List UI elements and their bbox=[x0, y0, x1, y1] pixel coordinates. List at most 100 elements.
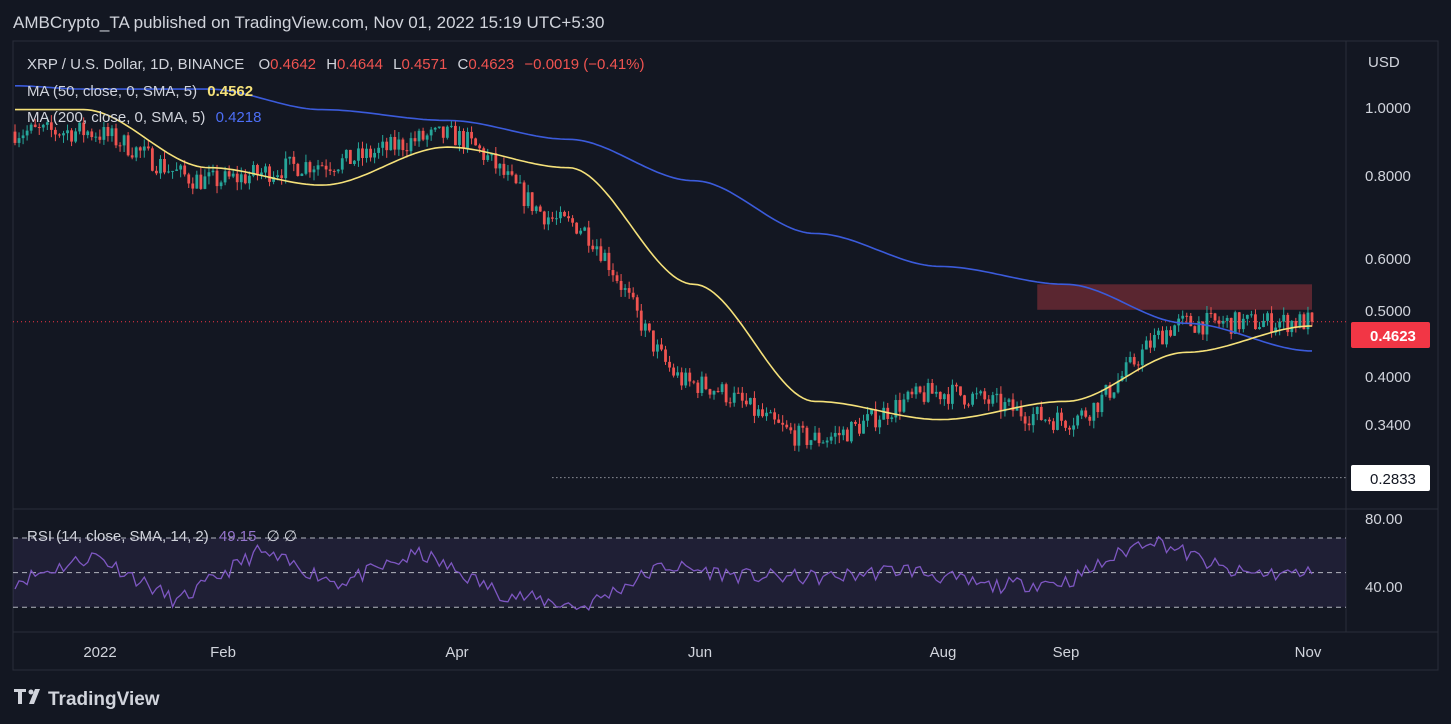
candle bbox=[514, 173, 518, 185]
candle-body bbox=[761, 409, 764, 417]
candle-body bbox=[522, 182, 526, 207]
candle-body bbox=[874, 409, 878, 428]
candle-body bbox=[1209, 312, 1213, 314]
candle-body bbox=[1039, 406, 1043, 421]
price-tick: 0.8000 bbox=[1365, 168, 1411, 185]
candle-body bbox=[37, 126, 41, 128]
candle-body bbox=[1258, 327, 1261, 330]
candle bbox=[1193, 325, 1197, 334]
candle-body bbox=[163, 158, 166, 173]
legend-high-label: H bbox=[326, 56, 337, 73]
candle-body bbox=[688, 372, 692, 382]
candle-body bbox=[1185, 315, 1189, 317]
candle-body bbox=[635, 297, 639, 311]
candle bbox=[971, 391, 974, 407]
candle-body bbox=[975, 393, 979, 395]
candle-body bbox=[656, 344, 659, 352]
candle-body bbox=[542, 211, 546, 225]
candle-body bbox=[732, 392, 736, 403]
candle-body bbox=[910, 391, 914, 395]
candle-body bbox=[1056, 412, 1059, 430]
candle-body bbox=[1189, 315, 1193, 327]
candle-body bbox=[433, 127, 437, 130]
candle-body bbox=[320, 165, 324, 167]
legend-rsi-line: RSI (14, close, SMA, 14, 2) 49.15 ∅ ∅ bbox=[27, 528, 297, 545]
candle-body bbox=[1249, 314, 1253, 316]
candle-body bbox=[175, 169, 179, 171]
candle-body bbox=[555, 218, 558, 220]
candle-body bbox=[1298, 314, 1302, 328]
candle-body bbox=[704, 376, 708, 390]
candle-body bbox=[538, 206, 542, 212]
candle-body bbox=[1112, 392, 1116, 398]
candle bbox=[1233, 310, 1237, 334]
legend-low-value: 0.4571 bbox=[401, 56, 447, 73]
candle-body bbox=[845, 429, 849, 442]
candle-body bbox=[296, 163, 300, 176]
candle-body bbox=[623, 288, 627, 290]
candle bbox=[748, 397, 752, 406]
candle-body bbox=[785, 424, 789, 428]
last-price-tag: 0.4623 bbox=[1370, 328, 1416, 345]
candle-body bbox=[94, 136, 98, 138]
candle-body bbox=[1169, 330, 1172, 336]
candle-body bbox=[1047, 419, 1051, 422]
candle-body bbox=[995, 393, 999, 396]
candle bbox=[126, 132, 130, 157]
candle-body bbox=[736, 392, 740, 394]
legend-change: −0.0019 (−0.41%) bbox=[524, 56, 644, 73]
candle-body bbox=[167, 171, 170, 173]
candle-body bbox=[1007, 399, 1011, 403]
candle-body bbox=[498, 163, 502, 169]
candle-body bbox=[587, 227, 591, 246]
candle-body bbox=[417, 130, 421, 142]
legend-close-label: C bbox=[458, 56, 469, 73]
candle-body bbox=[405, 150, 409, 152]
candle-body bbox=[276, 175, 280, 177]
candle-body bbox=[466, 131, 469, 149]
candle-body bbox=[546, 217, 550, 225]
candle-body bbox=[102, 127, 106, 140]
legend-close-value: 0.4623 bbox=[468, 56, 514, 73]
candle-body bbox=[1132, 357, 1136, 365]
candle-body bbox=[462, 130, 465, 149]
candle-body bbox=[744, 400, 748, 405]
candle-body bbox=[142, 146, 146, 151]
candle-body bbox=[809, 440, 813, 445]
candle-body bbox=[615, 275, 619, 281]
time-tick: Apr bbox=[445, 644, 468, 661]
candle-body bbox=[353, 160, 356, 164]
legend-open-label: O bbox=[258, 56, 270, 73]
candle-body bbox=[126, 135, 130, 156]
candle-body bbox=[397, 139, 401, 150]
candle-body bbox=[1237, 312, 1241, 330]
candle-body bbox=[211, 170, 215, 173]
candle-body bbox=[1144, 340, 1148, 350]
candle-body bbox=[114, 128, 118, 146]
candle-body bbox=[1217, 320, 1221, 324]
candle-body bbox=[773, 412, 777, 420]
candle-body bbox=[833, 432, 837, 437]
candle-body bbox=[1233, 312, 1237, 334]
candle-body bbox=[171, 170, 174, 172]
candle-body bbox=[13, 131, 17, 143]
candle-body bbox=[365, 148, 368, 159]
candle-body bbox=[66, 130, 69, 134]
candle-body bbox=[235, 173, 239, 183]
candle-body bbox=[332, 170, 336, 172]
candle-body bbox=[821, 442, 825, 444]
candle-body bbox=[1100, 394, 1104, 413]
candle-body bbox=[195, 174, 199, 189]
candle-body bbox=[643, 323, 647, 331]
candle-body bbox=[470, 131, 473, 139]
time-tick: Aug bbox=[930, 644, 957, 661]
candle-body bbox=[1201, 321, 1205, 335]
candle-body bbox=[219, 182, 223, 187]
candle-body bbox=[789, 427, 793, 431]
tradingview-logo bbox=[14, 689, 40, 704]
candle-body bbox=[138, 147, 142, 151]
candle-body bbox=[1157, 330, 1160, 335]
candle-body bbox=[720, 384, 724, 393]
candle-body bbox=[1262, 320, 1265, 328]
candle-body bbox=[62, 133, 65, 136]
